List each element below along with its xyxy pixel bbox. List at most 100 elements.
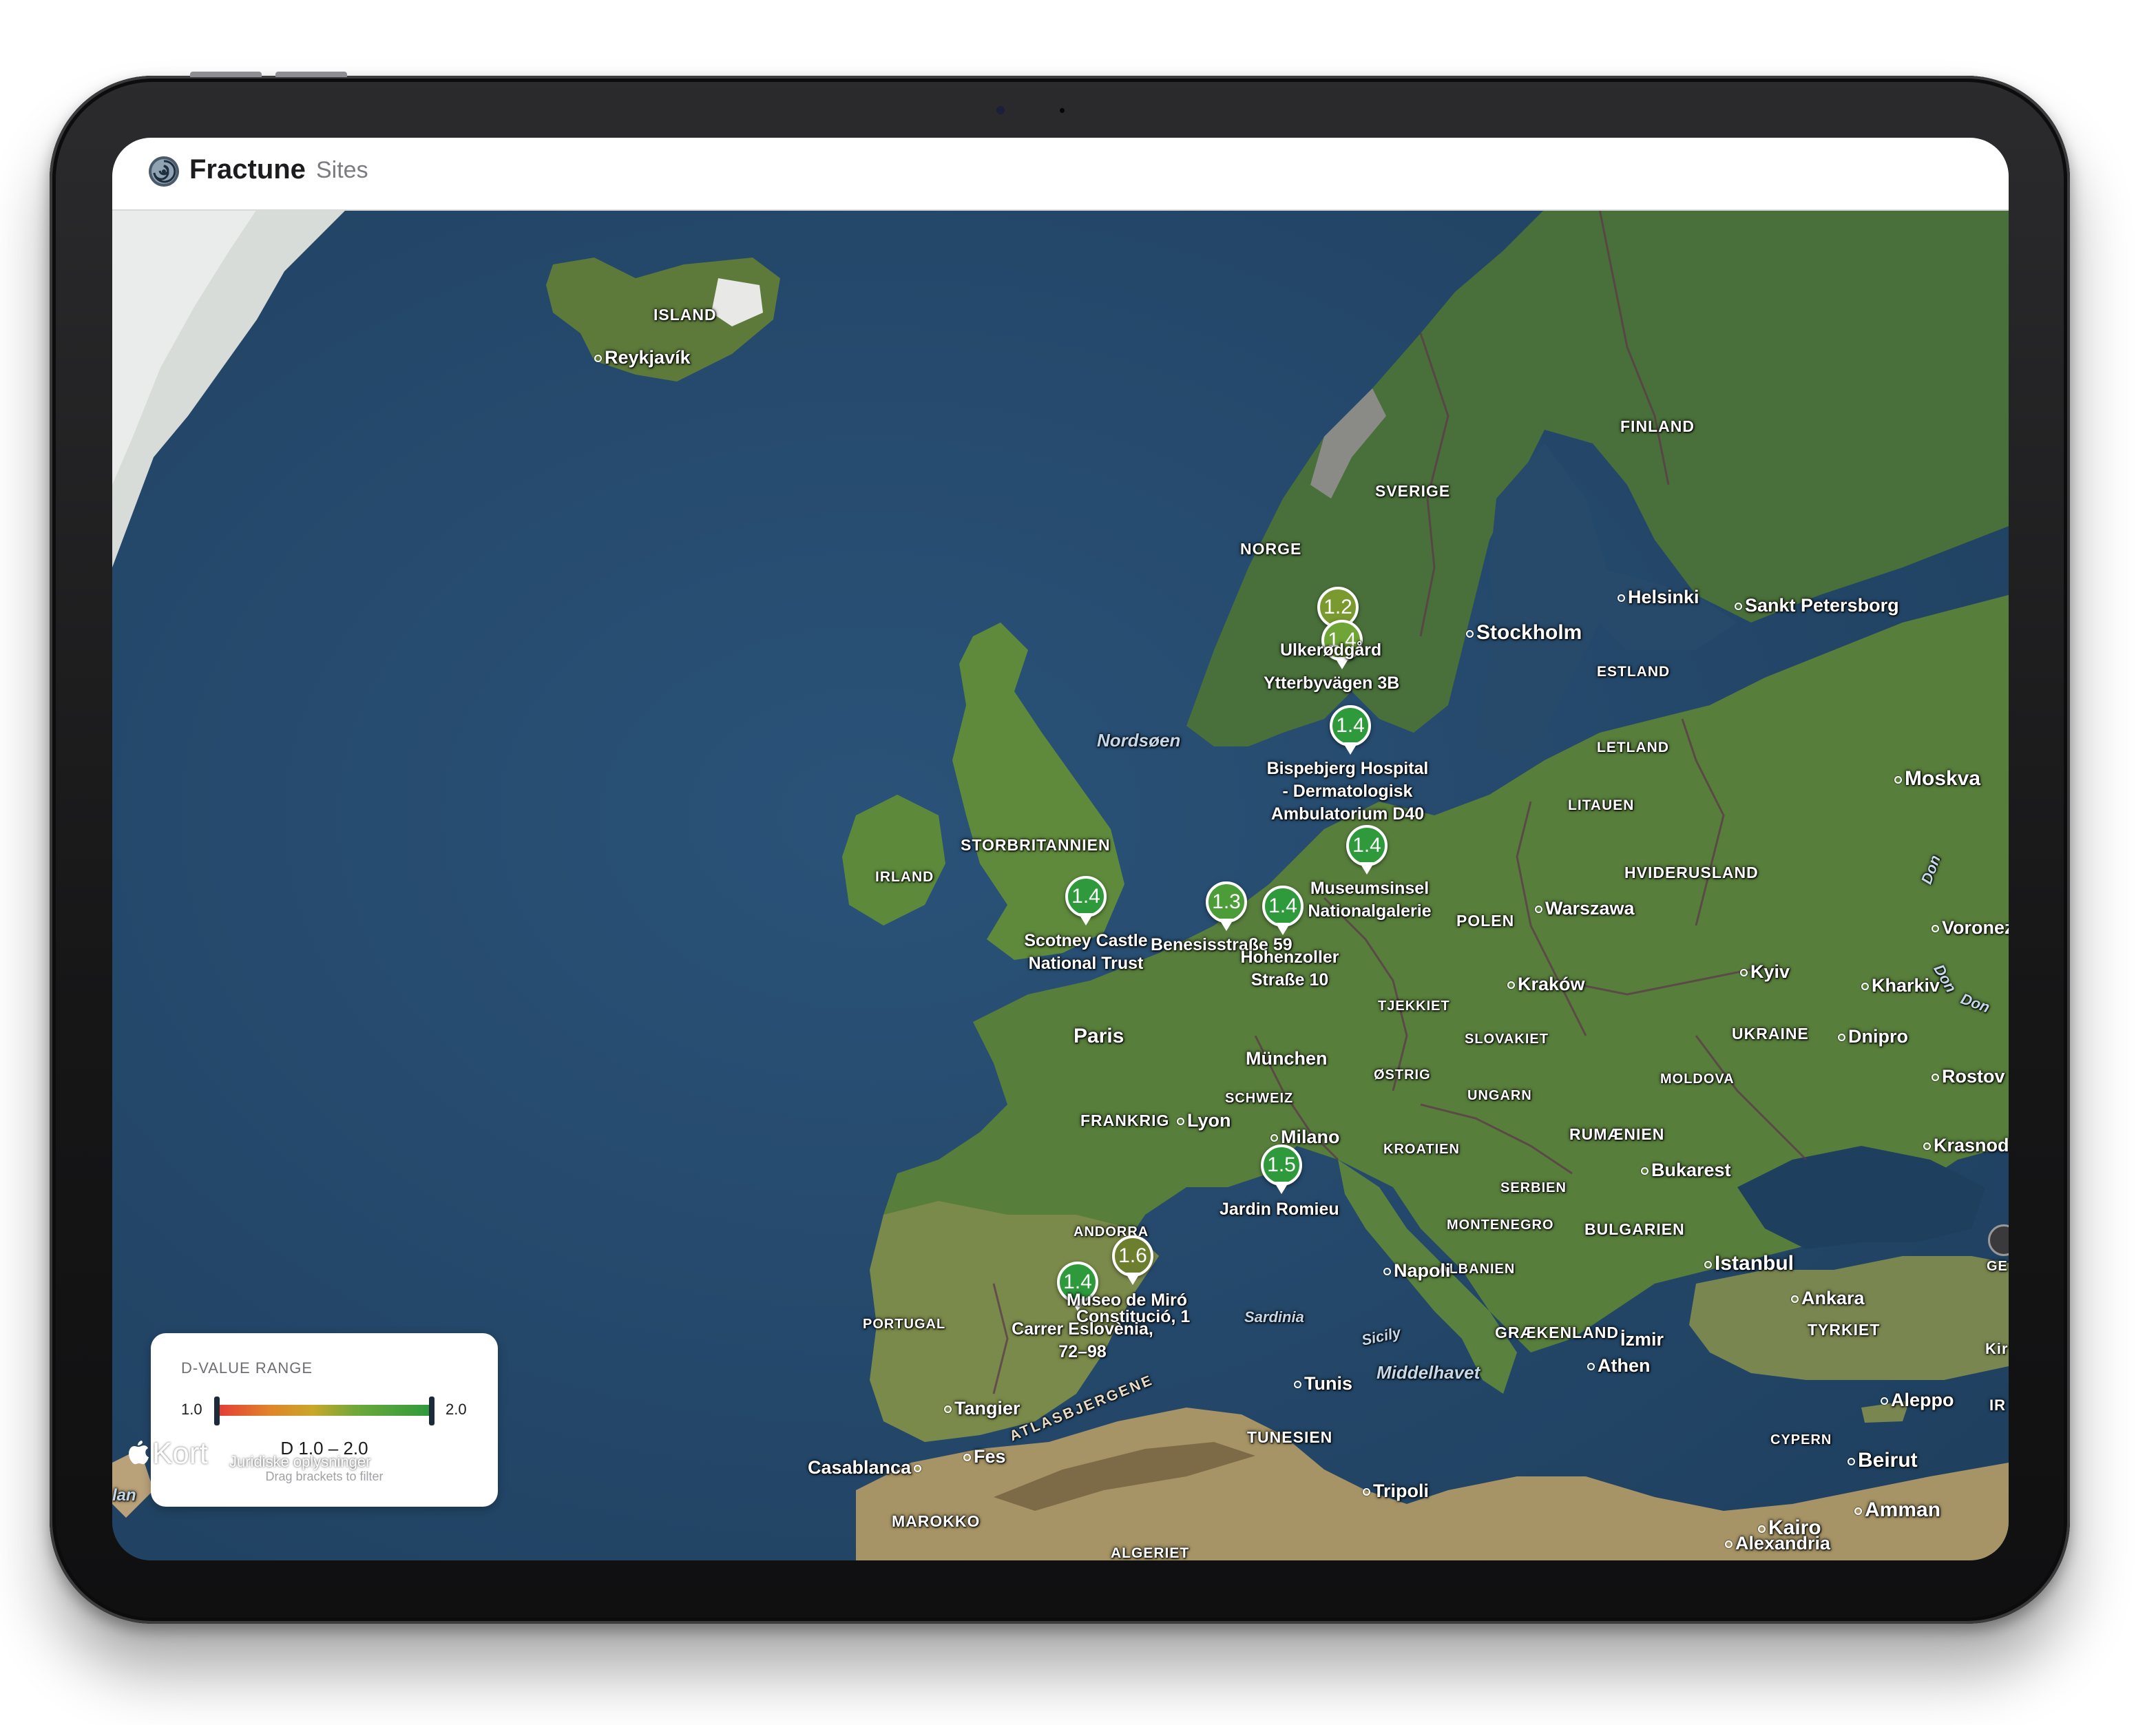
city-label-paris: Paris	[1074, 1025, 1124, 1048]
site-pin-hohenzoller[interactable]: 1.4	[1262, 886, 1304, 938]
city-dot	[1791, 1295, 1799, 1304]
city-name: Sankt Petersborg	[1745, 595, 1899, 616]
site-pin-miro[interactable]: 1.6	[1112, 1235, 1153, 1288]
country-label-ostrig: ØSTRIG	[1374, 1067, 1431, 1083]
city-name: Beirut	[1858, 1449, 1918, 1472]
country-label-rumaenien: RUMÆNIEN	[1569, 1125, 1665, 1143]
city-label-fes: Fes	[963, 1446, 1006, 1467]
site-pin-romieu[interactable]: 1.5	[1261, 1144, 1302, 1197]
city-dot	[1854, 1507, 1862, 1515]
city-dot	[1932, 925, 1939, 933]
city-name: Napoli	[1394, 1260, 1451, 1281]
city-label-krasnodar: Krasnoda	[1923, 1135, 2009, 1156]
city-dot	[1535, 906, 1542, 914]
city-dot	[1294, 1381, 1301, 1389]
sea-label-middelhavet: Middelhavet	[1377, 1362, 1480, 1383]
country-label-litauen: LITAUEN	[1568, 797, 1635, 813]
city-label-lyon: Lyon	[1177, 1110, 1231, 1131]
country-label-kroatien: KROATIEN	[1383, 1142, 1460, 1157]
city-name: München	[1246, 1048, 1328, 1069]
city-label-bukarest: Bukarest	[1641, 1160, 1731, 1181]
pin-pointer	[1359, 862, 1374, 875]
city-label-casablanca: Casablanca	[808, 1457, 924, 1478]
range-max-bracket[interactable]	[429, 1397, 435, 1425]
country-label-sverige: SVERIGE	[1375, 482, 1451, 500]
country-label-irland: IRLAND	[875, 869, 934, 885]
city-label-izmir: İzmir	[1620, 1329, 1664, 1350]
city-dot	[1758, 1525, 1766, 1533]
legend-title: D-VALUE RANGE	[181, 1359, 313, 1377]
sea-label-nordsoen: Nordsøen	[1097, 730, 1181, 751]
site-pin-bispebjerg[interactable]: 1.4	[1330, 705, 1371, 757]
site-pin-museumsinsel[interactable]: 1.4	[1346, 825, 1388, 877]
pin-pointer	[1078, 913, 1093, 926]
city-dot	[1848, 1457, 1855, 1465]
city-name: Warszawa	[1545, 898, 1635, 919]
site-pin-benesis[interactable]: 1.3	[1206, 881, 1247, 934]
city-label-amman: Amman	[1854, 1498, 1940, 1522]
nav-sites-link[interactable]: Sites	[316, 157, 368, 184]
d-value-badge: 1.3	[1206, 881, 1247, 923]
city-name: Bukarest	[1651, 1160, 1731, 1180]
city-dot	[1177, 1118, 1184, 1126]
screen: Fractune Sites ISLAND NORGE SVERIGE FINL…	[112, 138, 2009, 1560]
city-dot	[944, 1405, 952, 1414]
city-name: Ankara	[1801, 1288, 1865, 1308]
city-dot	[963, 1454, 971, 1462]
country-label-estland: ESTLAND	[1597, 664, 1671, 680]
d-value-badge: 1.6	[1112, 1235, 1153, 1277]
city-name: Tangier	[954, 1398, 1021, 1419]
city-label-krakow: Kraków	[1507, 974, 1585, 995]
city-label-stockholm: Stockholm	[1466, 621, 1582, 645]
country-label-norge: NORGE	[1240, 540, 1302, 558]
top-button-left	[190, 72, 262, 77]
edge-label-kir: Kir	[1985, 1340, 2009, 1357]
city-label-sankt-petersborg: Sankt Petersborg	[1735, 595, 1899, 616]
city-dot	[914, 1465, 922, 1473]
city-name: Amman	[1865, 1498, 1941, 1521]
country-label-bulgarien: BULGARIEN	[1584, 1220, 1685, 1238]
city-dot	[1618, 594, 1625, 603]
city-dot	[594, 355, 602, 363]
legal-notices-link[interactable]: Juridiske oplysninger	[229, 1453, 370, 1471]
app-bar: Fractune Sites	[112, 138, 2009, 211]
city-name: Rostov	[1942, 1066, 2005, 1087]
island-label-sardinia: Sardinia	[1244, 1308, 1304, 1326]
site-label-ytterbyvagen: Ytterbyvägen 3B	[1264, 673, 1400, 693]
country-label-tyrkiet: TYRKIET	[1808, 1321, 1881, 1339]
city-label-beirut: Beirut	[1848, 1449, 1918, 1472]
country-label-ukraine: UKRAINE	[1732, 1025, 1809, 1043]
site-label-romieu: Jardin Romieu	[1220, 1200, 1339, 1219]
city-name: Fes	[974, 1446, 1006, 1467]
city-label-dnipro: Dnipro	[1838, 1026, 1908, 1047]
edge-label-ge: GE	[1987, 1259, 2008, 1274]
range-gradient-bar[interactable]	[216, 1405, 432, 1416]
d-value-badge: 1.4	[1065, 876, 1107, 917]
city-label-tangier: Tangier	[944, 1398, 1021, 1419]
country-label-frankrig: FRANKRIG	[1080, 1111, 1170, 1129]
site-label-bispebjerg: Bispebjerg Hospital - Dermatologisk Ambu…	[1266, 759, 1429, 824]
city-dot	[1587, 1363, 1595, 1371]
site-pin-scotney[interactable]: 1.4	[1065, 876, 1107, 928]
city-name: Helsinki	[1628, 587, 1699, 607]
city-label-napoli: Napoli	[1383, 1260, 1451, 1282]
maps-provider: Kort	[152, 1436, 208, 1470]
city-label-munchen: München	[1246, 1048, 1328, 1069]
city-name: Kraków	[1518, 974, 1585, 994]
range-min-bracket[interactable]	[214, 1397, 220, 1425]
country-label-island: ISLAND	[653, 306, 717, 324]
country-label-slovakiet: SLOVAKIET	[1465, 1032, 1549, 1047]
city-name: Kairo	[1768, 1516, 1821, 1539]
site-label-scotney: Scotney Castle National Trust	[1024, 931, 1148, 973]
site-label-eslovenia: Carrer Eslovènia, 72–98	[1012, 1319, 1153, 1361]
d-value-range-filter: D-VALUE RANGE 1.0 2.0 D 1.0 – 2.0 Drag b…	[151, 1333, 498, 1507]
city-label-voronezh: Voronezj	[1932, 917, 2009, 939]
d-value-badge: 1.4	[1346, 825, 1388, 866]
city-name: Athen	[1598, 1355, 1651, 1376]
country-label-algeriet: ALGERIET	[1111, 1545, 1190, 1560]
pin-pointer	[1125, 1273, 1140, 1285]
pin-pointer	[1274, 1182, 1289, 1194]
site-label-hohenzoller: Hohenzoller Straße 10	[1240, 948, 1339, 990]
country-label-schweiz: SCHWEIZ	[1225, 1091, 1294, 1106]
city-dot	[1704, 1260, 1712, 1268]
